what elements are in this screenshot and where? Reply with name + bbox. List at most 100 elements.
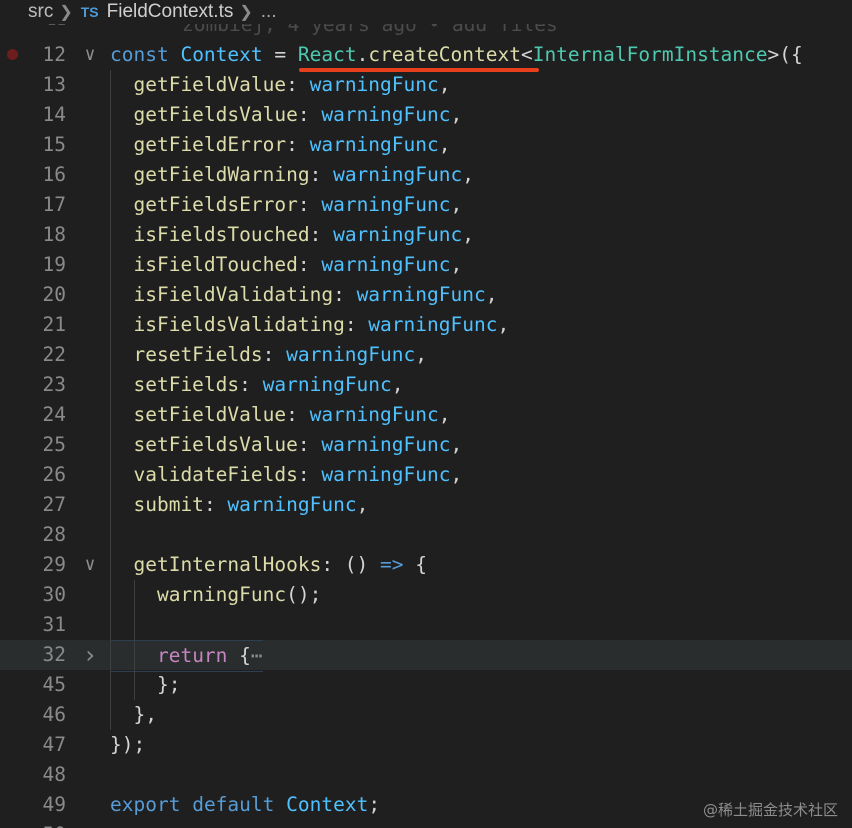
code-line[interactable]: 20 isFieldValidating: warningFunc, (0, 280, 852, 310)
code-token: warningFunc (321, 103, 451, 126)
code-line[interactable]: 26 validateFields: warningFunc, (0, 460, 852, 490)
code-line[interactable]: 23 setFields: warningFunc, (0, 370, 852, 400)
code-text: return {⋯ (110, 640, 263, 672)
code-text: getInternalHooks: () => { (110, 550, 427, 580)
code-token: , (438, 133, 451, 156)
code-line[interactable]: 45 }; (0, 670, 852, 700)
code-line[interactable]: 46 }, (0, 700, 852, 730)
code-token: warningFunc (262, 373, 392, 396)
code-token: getFieldsError (133, 193, 298, 216)
line-number: 21 (42, 313, 66, 336)
code-line[interactable]: 22 resetFields: warningFunc, (0, 340, 852, 370)
line-number: 27 (42, 493, 66, 516)
code-line[interactable]: 12 ∨ const Context = React.createContext<I… (0, 40, 852, 70)
code-text: getFieldsValue: warningFunc, (110, 100, 462, 130)
code-line[interactable]: 30 warningFunc(); (0, 580, 852, 610)
code-token: : (262, 343, 287, 366)
breadcrumb-folder[interactable]: src (28, 1, 53, 23)
line-number: 16 (42, 163, 66, 186)
code-token: warningFunc (321, 193, 451, 216)
code-token: , (462, 223, 474, 246)
code-token: warningFunc (309, 133, 439, 156)
breadcrumb-symbol-ellipsis[interactable]: ... (261, 1, 277, 23)
code-line[interactable]: 17 getFieldsError: warningFunc, (0, 190, 852, 220)
breadcrumb-file[interactable]: FieldContext.ts (107, 1, 234, 23)
code-line[interactable]: 28 (0, 520, 852, 550)
breakpoint-icon[interactable] (7, 49, 18, 60)
code-token: , (462, 163, 474, 186)
code-line[interactable]: 14 getFieldsValue: warningFunc, (0, 100, 852, 130)
chevron-right-icon: ❯ (239, 4, 253, 21)
code-text: isFieldsTouched: warningFunc, (110, 220, 474, 250)
code-line[interactable]: 47}); (0, 730, 852, 760)
code-token: < (520, 43, 533, 66)
code-line[interactable]: 32 › return {⋯ (0, 640, 852, 672)
code-token: Context (286, 793, 369, 816)
code-token: , (415, 343, 427, 366)
indent-guide (110, 520, 111, 550)
code-line[interactable]: 21 isFieldsValidating: warningFunc, (0, 310, 852, 340)
code-text: }); (110, 730, 145, 760)
code-line[interactable]: 31 (0, 610, 852, 640)
code-text: submit: warningFunc, (110, 490, 368, 520)
code-token: warningFunc (309, 73, 439, 96)
code-token: warningFunc (368, 313, 498, 336)
code-line[interactable]: 19 isFieldTouched: warningFunc, (0, 250, 852, 280)
code-line[interactable]: 13 getFieldValue: warningFunc, (0, 70, 852, 100)
line-number: 31 (42, 613, 66, 636)
code-line[interactable]: 25 setFieldsValue: warningFunc, (0, 430, 852, 460)
code-token: : (309, 163, 334, 186)
code-token: isFieldValidating (133, 283, 334, 306)
line-number: 13 (42, 73, 66, 96)
folded-region-ellipsis[interactable]: ⋯ (251, 644, 263, 667)
typescript-file-icon: TS (80, 4, 99, 20)
code-line[interactable]: 27 submit: warningFunc, (0, 490, 852, 520)
line-number: 30 (42, 583, 66, 606)
code-text: getFieldWarning: warningFunc, (110, 160, 474, 190)
code-token: , (450, 193, 463, 216)
annotation-underline (299, 68, 539, 72)
code-token: warningFunc (309, 403, 439, 426)
code-line[interactable]: 29 ∨ getInternalHooks: () => { (0, 550, 852, 580)
code-token: , (497, 313, 510, 336)
code-text: const Context = React.createContext<Inte… (110, 40, 803, 70)
code-token: : (286, 73, 310, 96)
code-token: : (286, 403, 310, 426)
code-token: getFieldsValue (133, 103, 298, 126)
line-number: 26 (42, 463, 66, 486)
line-number: 12 (42, 43, 66, 66)
code-token: , (356, 493, 369, 516)
line-number: 45 (42, 673, 66, 696)
code-token: : (297, 253, 322, 276)
code-text: }; (110, 670, 181, 700)
line-number: 22 (42, 343, 66, 366)
chevron-down-icon[interactable]: ∨ (80, 550, 100, 580)
code-token: : (297, 433, 322, 456)
code-line[interactable]: 48 (0, 760, 852, 790)
indent-guide (110, 610, 111, 640)
code-line[interactable]: 50 (0, 820, 852, 828)
code-line[interactable]: 15 getFieldError: warningFunc, (0, 130, 852, 160)
code-line[interactable]: 18 isFieldsTouched: warningFunc, (0, 220, 852, 250)
line-number: 46 (42, 703, 66, 726)
chevron-right-icon[interactable]: › (80, 640, 100, 670)
line-number: 25 (42, 433, 66, 456)
code-line[interactable]: 24 setFieldValue: warningFunc, (0, 400, 852, 430)
code-text: export default Context; (110, 790, 380, 820)
code-token: }, (110, 703, 157, 726)
code-token: warningFunc (321, 253, 451, 276)
code-text: getFieldValue: warningFunc, (110, 70, 450, 100)
code-token: setFieldsValue (133, 433, 298, 456)
chevron-down-icon[interactable]: ∨ (80, 40, 100, 70)
code-line[interactable]: 16 getFieldWarning: warningFunc, (0, 160, 852, 190)
code-token: warningFunc (227, 493, 357, 516)
code-token: default (192, 793, 275, 816)
code-text: validateFields: warningFunc, (110, 460, 462, 490)
code-token: resetFields (133, 343, 263, 366)
code-token: getFieldError (133, 133, 287, 156)
